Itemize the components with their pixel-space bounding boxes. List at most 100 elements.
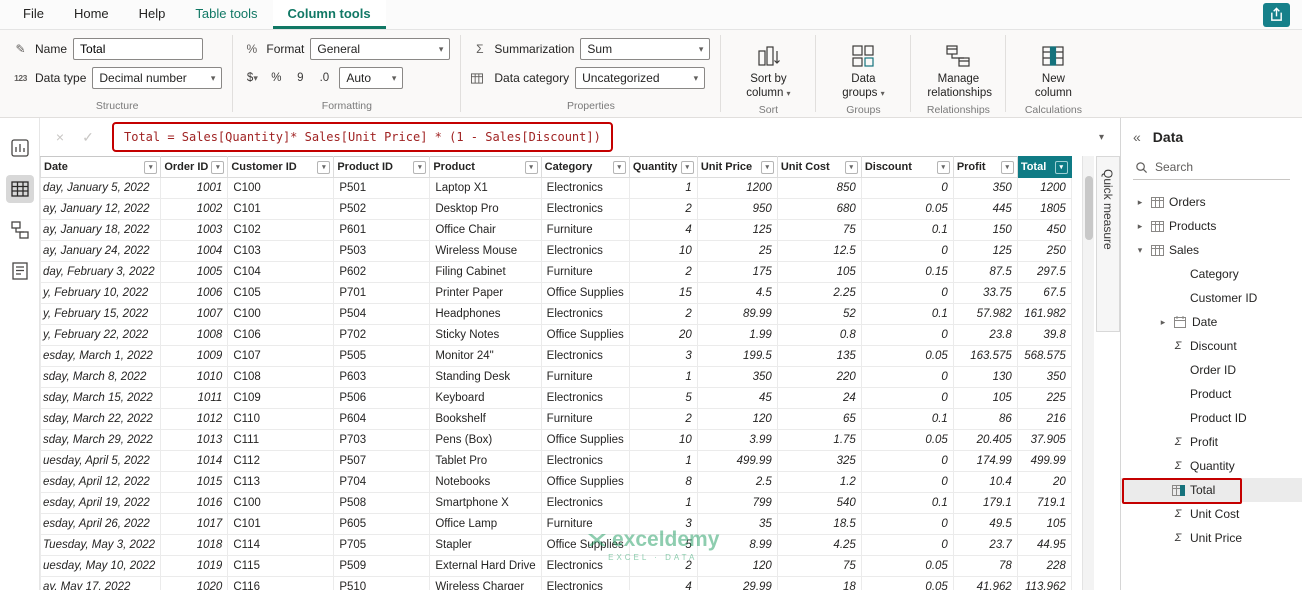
cell-product[interactable]: Notebooks [429,471,542,493]
cell-customer-id[interactable]: C112 [227,450,335,472]
cell-product-id[interactable]: P505 [333,345,431,367]
cell-profit[interactable]: 78 [952,555,1018,577]
cell-total[interactable]: 719.1 [1016,492,1072,514]
cell-discount[interactable]: 0.1 [860,492,954,514]
quick-measure-tab[interactable]: Quick measure [1096,156,1120,332]
cell-unit-price[interactable]: 350 [696,366,778,388]
cell-unit-price[interactable]: 799 [696,492,778,514]
filter-icon[interactable]: ▾ [844,160,858,174]
filter-icon[interactable]: ▾ [413,160,427,174]
cell-discount[interactable]: 0.05 [860,429,954,451]
cell-product[interactable]: Pens (Box) [429,429,542,451]
cell-quantity[interactable]: 4 [628,219,698,241]
field-item-date[interactable]: ▸ Date [1121,310,1302,334]
cell-date[interactable]: uesday, April 5, 2022 [40,450,162,472]
cell-unit-price[interactable]: 29.99 [696,576,778,590]
data-groups-button[interactable]: Data groups ▾ [826,37,900,101]
collapse-pane-icon[interactable]: « [1133,129,1141,145]
cell-quantity[interactable]: 2 [628,555,698,577]
cell-product[interactable]: Keyboard [429,387,542,409]
cell-unit-price[interactable]: 35 [696,513,778,535]
cell-unit-price[interactable]: 1.99 [696,324,778,346]
cell-product[interactable]: Standing Desk [429,366,542,388]
cell-unit-cost[interactable]: 1.75 [776,429,862,451]
cell-customer-id[interactable]: C101 [227,198,335,220]
cell-date[interactable]: ay, January 12, 2022 [40,198,162,220]
filter-icon[interactable]: ▾ [936,160,950,174]
cell-date[interactable]: y, February 22, 2022 [40,324,162,346]
cell-total[interactable]: 39.8 [1016,324,1072,346]
cell-discount[interactable]: 0 [860,177,954,199]
formula-input[interactable]: Total = Sales[Quantity]* Sales[Unit Pric… [124,130,601,144]
cell-category[interactable]: Furniture [540,261,630,283]
cell-quantity[interactable]: 1 [628,450,698,472]
cell-product[interactable]: Filing Cabinet [429,261,542,283]
cell-customer-id[interactable]: C115 [227,555,335,577]
cell-category[interactable]: Office Supplies [540,471,630,493]
cell-quantity[interactable]: 2 [628,408,698,430]
column-header-date[interactable]: Date ▾ [40,156,162,178]
cell-quantity[interactable]: 1 [628,366,698,388]
cell-category[interactable]: Electronics [540,303,630,325]
cell-discount[interactable]: 0.15 [860,261,954,283]
cell-customer-id[interactable]: C104 [227,261,335,283]
chevron-right-icon[interactable]: ▸ [1135,221,1145,231]
cell-unit-cost[interactable]: 540 [776,492,862,514]
cell-profit[interactable]: 23.7 [952,534,1018,556]
cell-product-id[interactable]: P703 [333,429,431,451]
tab-column-tools[interactable]: Column tools [272,0,386,29]
search-input[interactable] [1155,160,1265,174]
cell-product-id[interactable]: P602 [333,261,431,283]
filter-icon[interactable]: ▾ [1054,160,1068,174]
cell-total[interactable]: 250 [1016,240,1072,262]
cell-customer-id[interactable]: C106 [227,324,335,346]
cell-date[interactable]: sday, March 29, 2022 [40,429,162,451]
cell-date[interactable]: esday, March 1, 2022 [40,345,162,367]
cell-quantity[interactable]: 8 [628,471,698,493]
cell-quantity[interactable]: 2 [628,198,698,220]
cell-category[interactable]: Furniture [540,366,630,388]
cell-category[interactable]: Electronics [540,576,630,590]
cell-customer-id[interactable]: C103 [227,240,335,262]
cell-customer-id[interactable]: C113 [227,471,335,493]
cell-product-id[interactable]: P506 [333,387,431,409]
cell-product[interactable]: Wireless Mouse [429,240,542,262]
table-item-products[interactable]: ▸ Products [1121,214,1302,238]
cell-category[interactable]: Furniture [540,219,630,241]
cell-customer-id[interactable]: C105 [227,282,335,304]
cell-total[interactable]: 67.5 [1016,282,1072,304]
filter-icon[interactable]: ▾ [211,160,225,174]
filter-icon[interactable]: ▾ [317,160,331,174]
cell-total[interactable]: 1200 [1016,177,1072,199]
cell-category[interactable]: Office Supplies [540,324,630,346]
field-item-category[interactable]: Category [1121,262,1302,286]
cell-category[interactable]: Electronics [540,450,630,472]
cell-profit[interactable]: 86 [952,408,1018,430]
cell-unit-cost[interactable]: 220 [776,366,862,388]
cell-category[interactable]: Furniture [540,513,630,535]
cell-order-id[interactable]: 1017 [160,513,229,535]
column-header-unit-cost[interactable]: Unit Cost ▾ [776,156,862,178]
cell-discount[interactable]: 0 [860,471,954,493]
cell-profit[interactable]: 125 [952,240,1018,262]
cell-product[interactable]: Headphones [429,303,542,325]
cell-customer-id[interactable]: C100 [227,303,335,325]
cell-product[interactable]: Smartphone X [429,492,542,514]
cell-discount[interactable]: 0.1 [860,219,954,241]
chevron-right-icon[interactable]: ▸ [1158,317,1168,327]
cell-product[interactable]: Office Lamp [429,513,542,535]
cell-category[interactable]: Electronics [540,492,630,514]
cell-order-id[interactable]: 1014 [160,450,229,472]
cell-profit[interactable]: 23.8 [952,324,1018,346]
cell-product-id[interactable]: P508 [333,492,431,514]
cell-product-id[interactable]: P603 [333,366,431,388]
cell-total[interactable]: 499.99 [1016,450,1072,472]
scrollbar-thumb[interactable] [1085,176,1093,240]
cell-product[interactable]: Stapler [429,534,542,556]
tab-help[interactable]: Help [124,0,181,29]
cell-total[interactable]: 20 [1016,471,1072,493]
cell-order-id[interactable]: 1010 [160,366,229,388]
thousands-separator-button[interactable]: 9 [291,67,309,89]
cell-order-id[interactable]: 1015 [160,471,229,493]
chevron-right-icon[interactable]: ▸ [1135,197,1145,207]
